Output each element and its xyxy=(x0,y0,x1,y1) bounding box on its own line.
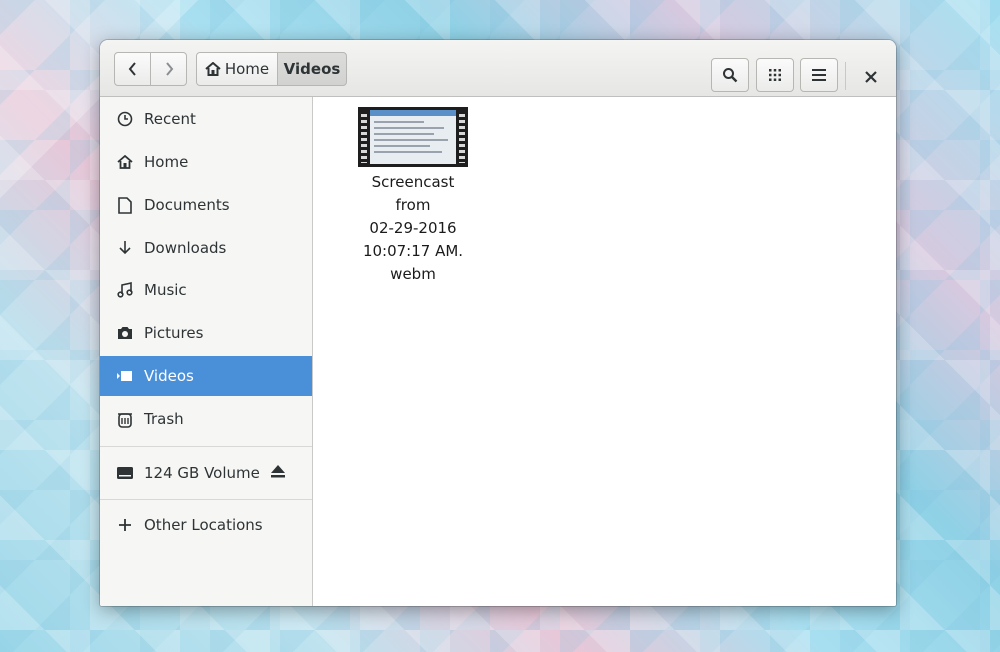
chevron-left-icon xyxy=(128,62,136,76)
music-icon xyxy=(116,282,134,298)
sidebar-item-music[interactable]: Music xyxy=(100,270,312,310)
document-icon xyxy=(116,196,134,214)
file-name-line: Screencast from xyxy=(371,173,455,214)
header-bar: Home Videos xyxy=(100,40,896,97)
view-mode-button[interactable] xyxy=(756,58,794,92)
file-name-line: 10:07:17 AM. xyxy=(362,242,464,260)
home-icon xyxy=(116,155,134,169)
sidebar-item-label: Documents xyxy=(144,196,230,214)
sidebar-item-home[interactable]: Home xyxy=(100,142,312,182)
search-icon xyxy=(723,68,738,83)
close-icon xyxy=(865,71,877,83)
sidebar-item-recent[interactable]: Recent xyxy=(100,99,312,139)
sidebar-item-documents[interactable]: Documents xyxy=(100,185,312,225)
drive-icon xyxy=(116,467,134,479)
video-thumbnail xyxy=(358,107,468,167)
video-icon xyxy=(116,370,134,382)
header-separator xyxy=(845,62,846,90)
eject-icon[interactable] xyxy=(270,464,286,482)
file-item[interactable]: Screencast from 02-29-2016 10:07:17 AM. … xyxy=(353,107,473,286)
sidebar-item-label: Music xyxy=(144,281,187,299)
sidebar-item-videos[interactable]: Videos xyxy=(100,356,312,396)
sidebar-item-pictures[interactable]: Pictures xyxy=(100,313,312,353)
home-icon xyxy=(205,62,221,76)
breadcrumb-videos[interactable]: Videos xyxy=(277,52,347,86)
sidebar-item-other-locations[interactable]: Other Locations xyxy=(100,505,312,545)
sidebar-item-label: Pictures xyxy=(144,324,204,342)
file-name: Screencast from 02-29-2016 10:07:17 AM. … xyxy=(353,171,473,286)
plus-icon xyxy=(116,519,134,531)
file-manager-window: Home Videos Recent Home Documents Downlo… xyxy=(100,40,896,606)
search-button[interactable] xyxy=(711,58,749,92)
sidebar-item-label: Videos xyxy=(144,367,194,385)
sidebar-item-volume[interactable]: 124 GB Volume xyxy=(100,453,312,493)
forward-button[interactable] xyxy=(150,52,187,86)
sidebar-item-label: Home xyxy=(144,153,189,171)
download-icon xyxy=(116,240,134,256)
breadcrumb-home[interactable]: Home xyxy=(196,52,278,86)
grid-view-icon xyxy=(769,69,781,81)
sidebar-item-label: Other Locations xyxy=(144,516,263,534)
breadcrumb-home-label: Home xyxy=(224,60,270,78)
menu-button[interactable] xyxy=(800,58,838,92)
hamburger-menu-icon xyxy=(812,69,826,81)
trash-icon xyxy=(116,411,134,428)
back-button[interactable] xyxy=(114,52,151,86)
sidebar-item-downloads[interactable]: Downloads xyxy=(100,228,312,268)
breadcrumb-current-label: Videos xyxy=(283,60,341,78)
file-view: Screencast from 02-29-2016 10:07:17 AM. … xyxy=(313,97,896,606)
sidebar-item-label: Trash xyxy=(144,410,184,428)
file-name-line: webm xyxy=(390,265,436,283)
camera-icon xyxy=(116,326,134,340)
sidebar-item-label: Recent xyxy=(144,110,196,128)
sidebar-item-trash[interactable]: Trash xyxy=(100,399,312,439)
clock-icon xyxy=(116,111,134,127)
navigation-buttons xyxy=(114,52,188,86)
sidebar-divider xyxy=(100,499,312,500)
file-name-line: 02-29-2016 xyxy=(369,219,457,237)
sidebar-divider xyxy=(100,446,312,447)
sidebar-item-label: Downloads xyxy=(144,239,227,257)
close-button[interactable] xyxy=(856,62,886,92)
sidebar: Recent Home Documents Downloads Music Pi… xyxy=(100,97,313,606)
sidebar-item-label: 124 GB Volume xyxy=(144,464,260,482)
chevron-right-icon xyxy=(165,62,173,76)
